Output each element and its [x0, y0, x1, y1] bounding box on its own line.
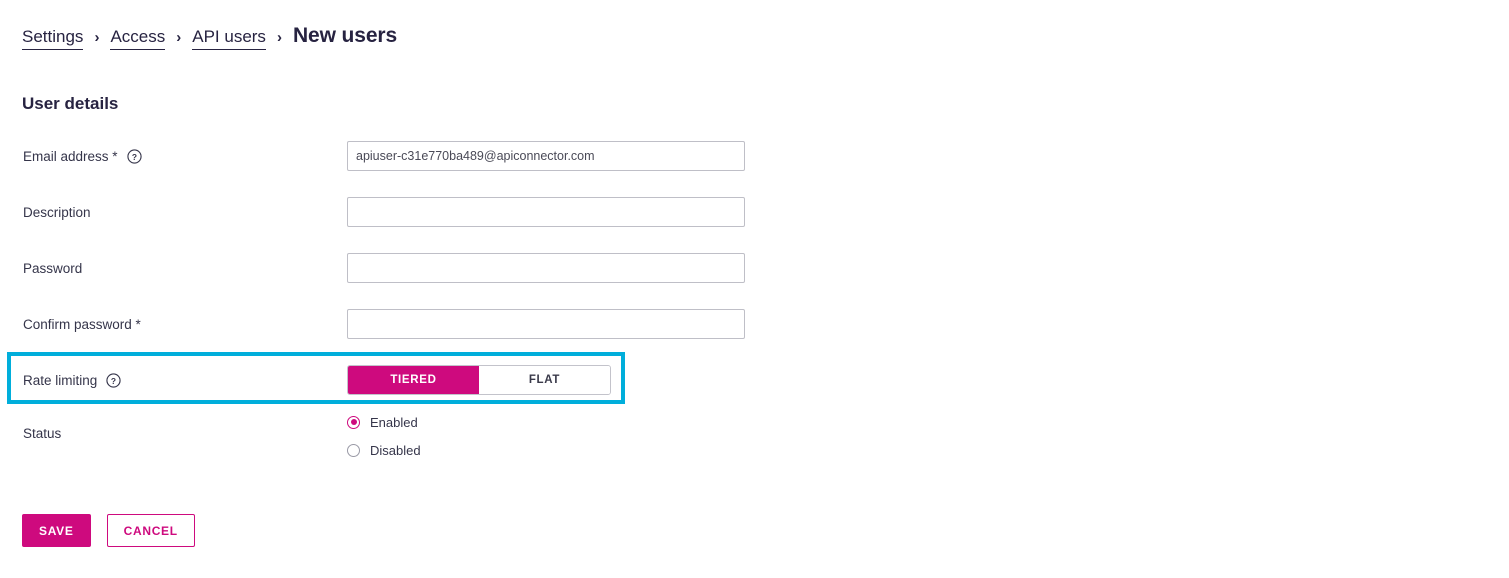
form-row-password: Password [0, 240, 1509, 296]
breadcrumb-item-settings[interactable]: Settings [22, 27, 84, 50]
breadcrumb: Settings › Access › API users › New user… [22, 25, 397, 50]
breadcrumb-separator-icon: › [276, 29, 282, 46]
email-field[interactable] [347, 141, 745, 171]
status-option-disabled[interactable]: Disabled [347, 436, 421, 464]
radio-enabled-icon[interactable] [347, 415, 360, 429]
status-label-text: Status [23, 426, 62, 441]
confirm-password-label: Confirm password * [23, 317, 141, 332]
status-radio-group: Enabled Disabled [347, 408, 421, 464]
confirm-password-field[interactable] [347, 309, 745, 339]
rate-limiting-option-tiered[interactable]: TIERED [348, 366, 479, 394]
password-label: Password [23, 261, 82, 276]
page-title: New users [292, 24, 398, 47]
radio-disabled-icon[interactable] [347, 443, 360, 457]
rate-limiting-option-flat[interactable]: FLAT [479, 366, 610, 394]
help-icon[interactable]: ? [106, 372, 121, 388]
form-row-email: Email address * ? [0, 128, 1509, 184]
form-row-confirm-password: Confirm password * [0, 296, 1509, 352]
form-row-description: Description [0, 184, 1509, 240]
svg-text:?: ? [111, 375, 116, 385]
password-label-text: Password [23, 260, 83, 276]
form-row-rate-limiting: Rate limiting ? TIERED FLAT [0, 352, 1509, 408]
breadcrumb-separator-icon: › [176, 29, 182, 46]
status-option-enabled[interactable]: Enabled [347, 408, 421, 436]
status-option-disabled-label: Disabled [370, 442, 421, 458]
breadcrumb-item-access[interactable]: Access [110, 27, 166, 50]
description-field[interactable] [347, 197, 745, 227]
status-option-enabled-label: Enabled [370, 414, 418, 430]
email-label-text: Email address * [23, 148, 118, 164]
description-label: Description [23, 205, 91, 220]
cancel-button[interactable]: CANCEL [106, 514, 195, 547]
status-label: Status [23, 426, 61, 441]
confirm-password-label-text: Confirm password * [23, 316, 141, 332]
password-field[interactable] [347, 253, 745, 283]
save-button[interactable]: SAVE [22, 514, 91, 547]
user-details-form: Email address * ? Description Password C… [0, 128, 1509, 492]
form-actions: SAVE CANCEL [22, 514, 195, 547]
description-label-text: Description [23, 204, 91, 220]
svg-text:?: ? [131, 151, 136, 161]
breadcrumb-item-api-users[interactable]: API users [192, 27, 266, 50]
breadcrumb-separator-icon: › [94, 29, 100, 46]
help-icon[interactable]: ? [126, 148, 142, 164]
email-label: Email address * ? [23, 149, 142, 164]
rate-limiting-segmented-control: TIERED FLAT [347, 365, 611, 395]
form-row-status: Status Enabled Disabled [0, 408, 1509, 492]
section-title-user-details: User details [22, 94, 119, 114]
rate-limiting-label: Rate limiting ? [23, 373, 121, 388]
rate-limiting-label-text: Rate limiting [23, 372, 98, 388]
